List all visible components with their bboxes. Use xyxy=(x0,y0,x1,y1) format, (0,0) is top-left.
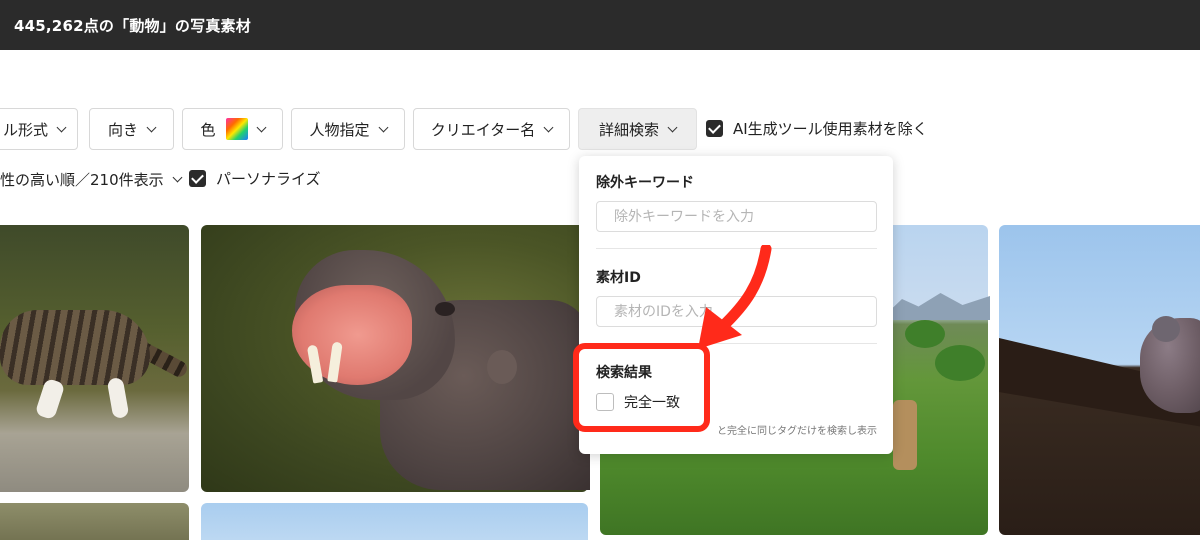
sort-dropdown[interactable]: 性の高い順／210件表示 xyxy=(0,168,183,190)
exclude-keyword-input[interactable] xyxy=(596,201,877,232)
ai-exclude-label: AI生成ツール使用素材を除く xyxy=(733,120,928,138)
creator-filter-label: クリエイター名 xyxy=(430,120,536,139)
person-filter-label: 人物指定 xyxy=(309,120,370,139)
color-filter-label: 色 xyxy=(200,120,216,139)
hippo-figure xyxy=(487,350,517,384)
chevron-down-icon xyxy=(378,122,388,132)
check-icon[interactable] xyxy=(706,120,723,137)
pigeon-figure xyxy=(1152,316,1180,342)
creator-filter-button[interactable]: クリエイター名 xyxy=(413,108,570,150)
photo-thumbnail[interactable] xyxy=(201,503,588,540)
cat-figure xyxy=(0,310,150,385)
chevron-down-icon xyxy=(543,122,554,132)
detail-search-button[interactable]: 詳細検索 xyxy=(578,108,697,150)
hippo-figure xyxy=(435,302,455,316)
personalize-label: パーソナライズ xyxy=(216,170,321,188)
orientation-filter-label: 向き xyxy=(107,120,138,139)
gradient-swatch-icon xyxy=(225,118,248,140)
chevron-down-icon xyxy=(172,172,183,182)
detail-search-label: 詳細検索 xyxy=(598,120,659,139)
chevron-down-icon xyxy=(56,122,67,132)
file-format-filter-button[interactable]: ル形式 xyxy=(0,108,78,150)
chevron-down-icon xyxy=(146,122,157,132)
personalize-checkbox-row[interactable]: パーソナライズ xyxy=(189,168,321,189)
exclude-keyword-label: 除外キーワード xyxy=(596,175,694,191)
chevron-down-icon xyxy=(667,122,678,132)
orientation-filter-button[interactable]: 向き xyxy=(89,108,174,150)
top-bar: 445,262点の「動物」の写真素材 xyxy=(0,0,1200,50)
annotation-arrow-icon xyxy=(698,245,772,349)
check-icon[interactable] xyxy=(189,170,206,187)
color-filter-button[interactable]: 色 xyxy=(182,108,283,150)
photo-thumbnail[interactable] xyxy=(0,503,189,540)
material-id-label: 素材ID xyxy=(596,270,641,286)
page-title: 445,262点の「動物」の写真素材 xyxy=(14,17,251,35)
ai-exclude-checkbox-row[interactable]: AI生成ツール使用素材を除く xyxy=(706,118,928,139)
savanna-figure xyxy=(893,400,917,470)
file-format-filter-label: ル形式 xyxy=(2,120,48,139)
savanna-figure xyxy=(905,320,945,348)
chevron-down-icon xyxy=(256,122,266,132)
savanna-figure xyxy=(935,345,985,381)
annotation-highlight-box xyxy=(573,343,710,432)
sort-label: 性の高い順／210件表示 xyxy=(0,170,164,189)
person-filter-button[interactable]: 人物指定 xyxy=(291,108,405,150)
